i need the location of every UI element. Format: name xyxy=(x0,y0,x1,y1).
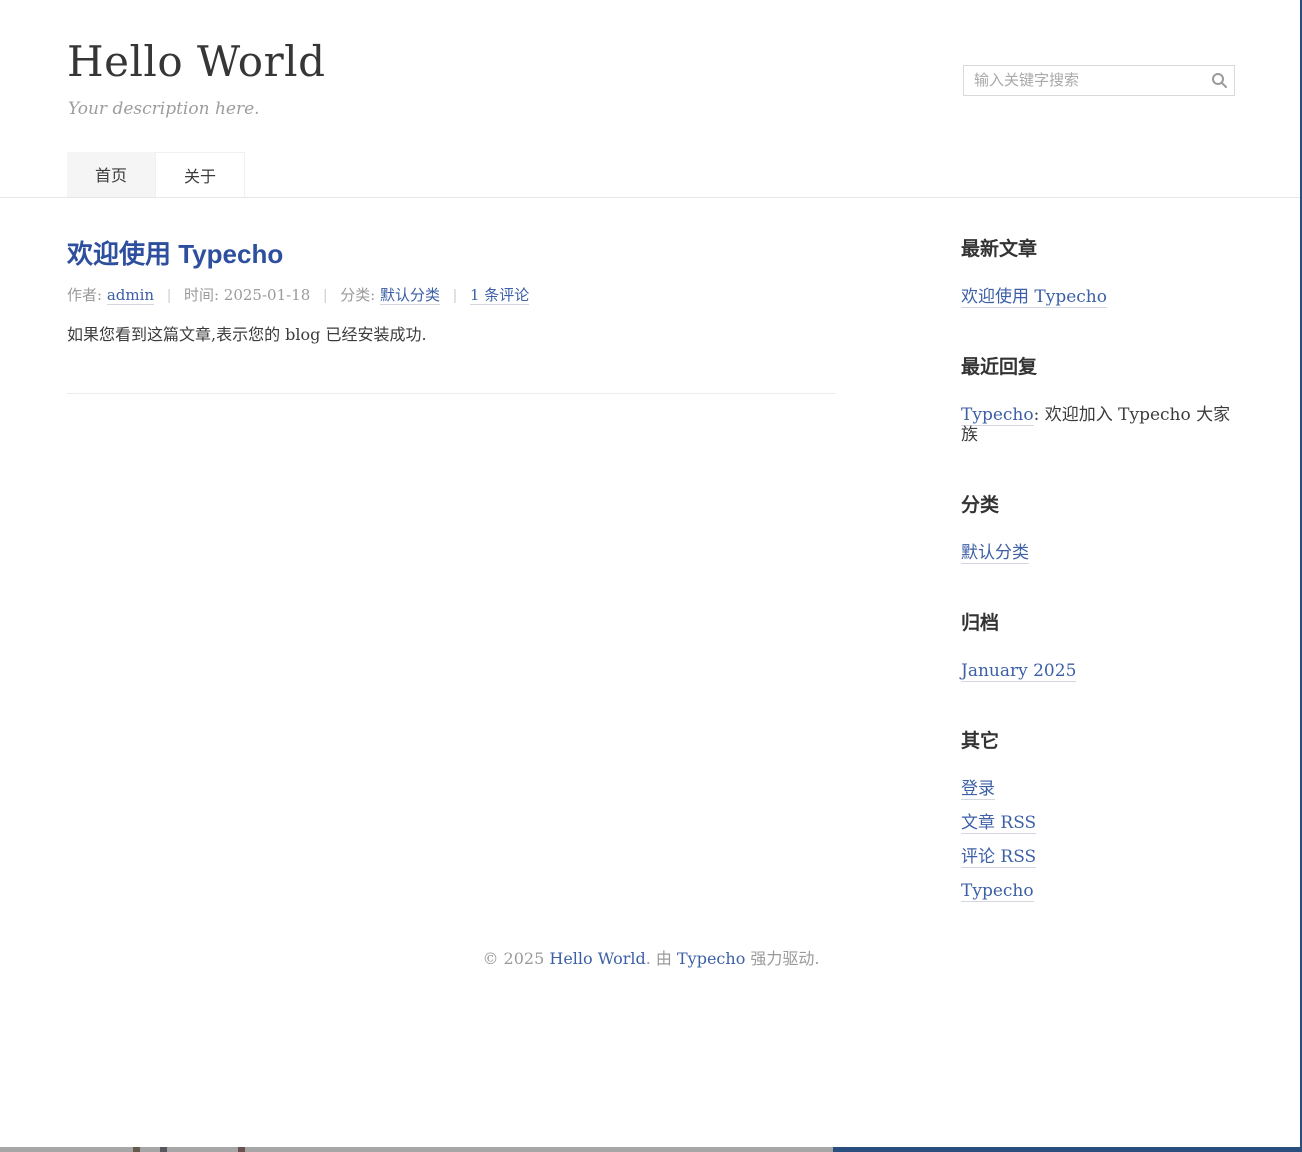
post-category-link[interactable]: 默认分类 xyxy=(380,286,440,305)
post-title[interactable]: 欢迎使用 Typecho xyxy=(67,234,836,271)
post-comments-link[interactable]: 1 条评论 xyxy=(470,286,529,305)
latest-post-link[interactable]: 欢迎使用 Typecho xyxy=(961,287,1107,308)
sidebar-heading: 其它 xyxy=(961,726,1235,753)
post-meta: 作者: admin | 时间: 2025-01-18 | 分类: 默认分类 | 1 条评论 xyxy=(67,284,836,305)
post: 欢迎使用 Typecho 作者: admin | 时间: 2025-01-18 | 分类… xyxy=(67,234,836,394)
sidebar-section-latest-posts: 最新文章 欢迎使用 Typecho xyxy=(961,234,1235,307)
sidebar-section-recent-replies: 最近回复 Typecho: 欢迎加入 Typecho 大家族 xyxy=(961,352,1235,445)
post-rss-link[interactable]: 文章 RSS xyxy=(961,813,1036,834)
category-link[interactable]: 默认分类 xyxy=(961,543,1029,564)
list-item: 登录 xyxy=(961,779,1235,799)
taskbar-sliver-gray xyxy=(0,1147,833,1152)
post-divider xyxy=(67,393,836,394)
sidebar-section-misc: 其它 登录 文章 RSS 评论 RSS Typecho xyxy=(961,726,1235,901)
sidebar-heading: 分类 xyxy=(961,490,1235,517)
post-author-link[interactable]: admin xyxy=(107,286,154,305)
nav-tab-about[interactable]: 关于 xyxy=(155,152,245,197)
typecho-link[interactable]: Typecho xyxy=(961,881,1034,902)
content-area: 欢迎使用 Typecho 作者: admin | 时间: 2025-01-18 | 分类… xyxy=(67,198,1235,943)
footer-typecho-link[interactable]: Typecho xyxy=(677,949,745,968)
nav-tab-home[interactable]: 首页 xyxy=(67,152,155,197)
footer-site-link[interactable]: Hello World xyxy=(549,949,645,968)
blog-page: Hello World Your description here. 首页 关于… xyxy=(0,0,1302,969)
footer-mid-text: . 由 xyxy=(646,949,677,968)
site-description: Your description here. xyxy=(68,99,325,119)
page-footer: © 2025 Hello World. 由 Typecho 强力驱动. xyxy=(0,943,1302,969)
post-author-label: 作者: xyxy=(67,286,107,304)
copyright-text: © 2025 xyxy=(482,949,549,968)
list-item: January 2025 xyxy=(961,661,1235,681)
page-nav: 首页 关于 xyxy=(67,152,1235,197)
sidebar-section-categories: 分类 默认分类 xyxy=(961,490,1235,563)
post-time: 时间: 2025-01-18 xyxy=(184,286,310,304)
meta-separator: | xyxy=(323,287,327,304)
list-item: 文章 RSS xyxy=(961,813,1235,833)
nav-bar: 首页 关于 xyxy=(0,152,1302,198)
site-identity: Hello World Your description here. xyxy=(67,38,325,119)
footer-suffix-text: 强力驱动. xyxy=(745,949,819,968)
list-item: 评论 RSS xyxy=(961,847,1235,867)
post-body: 如果您看到这篇文章,表示您的 blog 已经安装成功. xyxy=(67,323,836,347)
sidebar-heading: 最近回复 xyxy=(961,352,1235,379)
site-header: Hello World Your description here. xyxy=(67,0,1235,119)
search-input[interactable] xyxy=(964,72,1204,89)
search-box xyxy=(963,65,1235,96)
list-item: 欢迎使用 Typecho xyxy=(961,287,1235,307)
taskbar-icon-sliver xyxy=(133,1147,140,1152)
sidebar-heading: 最新文章 xyxy=(961,234,1235,261)
sidebar-section-archives: 归档 January 2025 xyxy=(961,608,1235,681)
site-title[interactable]: Hello World xyxy=(67,38,325,86)
login-link[interactable]: 登录 xyxy=(961,779,995,800)
meta-separator: | xyxy=(453,287,457,304)
list-item: Typecho: 欢迎加入 Typecho 大家族 xyxy=(961,405,1235,445)
sidebar-heading: 归档 xyxy=(961,608,1235,635)
taskbar-sliver-blue xyxy=(833,1147,1302,1152)
reply-author-link[interactable]: Typecho xyxy=(961,405,1034,426)
search-icon[interactable] xyxy=(1204,72,1234,89)
post-category-label: 分类: xyxy=(340,286,380,304)
taskbar-icon-sliver xyxy=(160,1147,167,1152)
comment-rss-link[interactable]: 评论 RSS xyxy=(961,847,1036,868)
sidebar: 最新文章 欢迎使用 Typecho 最近回复 Typecho: 欢迎加入 Typ… xyxy=(961,234,1235,943)
taskbar-icon-sliver xyxy=(238,1147,245,1152)
taskbar-sliver xyxy=(0,1147,1302,1152)
list-item: 默认分类 xyxy=(961,543,1235,563)
archive-link[interactable]: January 2025 xyxy=(961,661,1076,682)
list-item: Typecho xyxy=(961,881,1235,901)
main-column: 欢迎使用 Typecho 作者: admin | 时间: 2025-01-18 | 分类… xyxy=(67,234,836,943)
meta-separator: | xyxy=(167,287,171,304)
